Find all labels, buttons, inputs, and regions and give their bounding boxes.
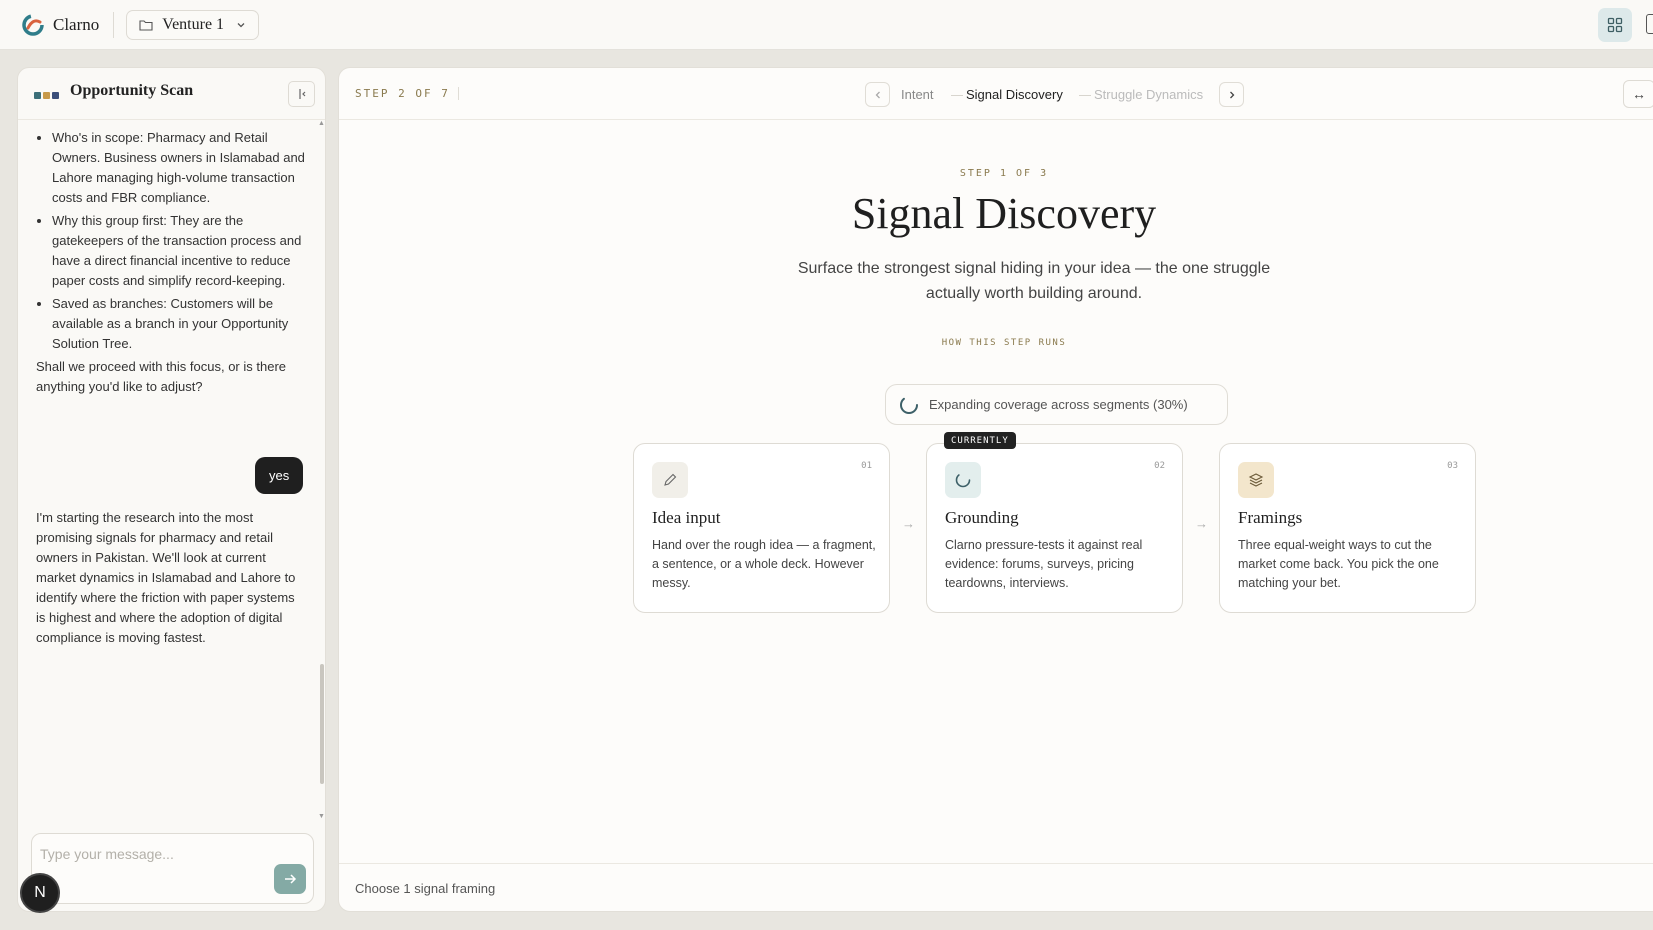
list-item: Who's in scope: Pharmacy and Retail Owne… [52, 128, 308, 208]
scroll-down-icon[interactable]: ▼ [318, 813, 325, 820]
breadcrumb-intent[interactable]: Intent [901, 87, 934, 102]
next-step-button[interactable] [1219, 82, 1244, 107]
collapse-panel-button[interactable] [288, 81, 315, 107]
chevron-left-icon [875, 91, 880, 98]
assistant-bullets: Who's in scope: Pharmacy and Retail Owne… [36, 128, 308, 354]
chevron-right-icon [1229, 91, 1234, 98]
collapse-left-icon [298, 89, 305, 99]
card-description: Hand over the rough idea — a fragment, a… [652, 538, 876, 590]
card-number: 01 [861, 461, 872, 471]
chat-panel-header: Opportunity Scan [18, 68, 325, 120]
breadcrumb-divider [951, 95, 963, 96]
folder-icon [139, 19, 153, 31]
chat-messages: Who's in scope: Pharmacy and Retail Owne… [36, 120, 308, 397]
spinner-icon [945, 462, 981, 498]
card-title: Idea input [652, 508, 721, 527]
step-card-idea-input: 01 Idea input Hand over the rough idea —… [633, 443, 890, 613]
panel-title: Opportunity Scan [70, 82, 194, 99]
scan-dots-icon [34, 92, 59, 99]
step-card-grounding: 02 Grounding Clarno pressure-tests it ag… [926, 443, 1183, 613]
panel-toggle-button[interactable] [1646, 14, 1653, 34]
progress-text: Expanding coverage across segments (30%) [929, 397, 1188, 412]
chat-panel: Opportunity Scan Who's in scope: Pharmac… [17, 67, 326, 912]
main-header: STEP 2 OF 7 Intent Signal Discovery Stru… [339, 68, 1653, 120]
message-input[interactable] [40, 846, 260, 862]
expand-horizontal-icon: ↔ [1632, 86, 1646, 102]
page-description: Surface the strongest signal hiding in y… [797, 260, 1271, 302]
chevron-down-icon [237, 22, 245, 27]
scrollbar-thumb[interactable] [320, 664, 324, 784]
top-bar: Clarno Venture 1 [0, 0, 1653, 50]
main-footer: Choose 1 signal framing [339, 863, 1653, 911]
user-avatar[interactable]: N [20, 873, 60, 913]
card-description: Three equal-weight ways to cut the marke… [1238, 538, 1439, 590]
card-description: Clarno pressure-tests it against real ev… [945, 538, 1143, 590]
grid-view-button[interactable] [1598, 8, 1632, 42]
list-item: Saved as branches: Customers will be ava… [52, 294, 308, 354]
scroll-up-icon[interactable]: ▲ [318, 120, 325, 127]
brand[interactable]: Clarno [22, 13, 100, 36]
step-card-framings: 03 Framings Three equal-weight ways to c… [1219, 443, 1476, 613]
card-title: Framings [1238, 508, 1303, 527]
page-title: Signal Discovery [851, 189, 1157, 238]
arrow-right-icon: → [902, 516, 915, 531]
sub-step-counter: STEP 1 OF 3 [959, 168, 1049, 179]
card-number: 02 [1154, 461, 1165, 471]
arrow-right-icon: → [1195, 516, 1208, 531]
spinner-icon [900, 395, 918, 414]
list-item: Why this group first: They are the gatek… [52, 211, 308, 291]
layers-icon [1238, 462, 1274, 498]
current-step-badge: CURRENTLY [944, 432, 1016, 449]
arrow-right-icon [285, 874, 297, 884]
send-button[interactable] [274, 864, 306, 894]
clarno-logo-icon [22, 13, 44, 36]
grid-icon [1607, 17, 1623, 33]
card-number: 03 [1447, 461, 1458, 471]
pencil-icon [652, 462, 688, 498]
breadcrumb-struggle-dynamics[interactable]: Struggle Dynamics [1094, 87, 1203, 102]
prev-step-button[interactable] [865, 82, 890, 107]
main-panel: STEP 2 OF 7 Intent Signal Discovery Stru… [338, 67, 1653, 912]
breadcrumb-signal-discovery[interactable]: Signal Discovery [966, 87, 1063, 102]
step-counter: STEP 2 OF 7 [355, 87, 459, 100]
message-composer [31, 833, 314, 904]
breadcrumb-divider [1079, 95, 1091, 96]
user-message: yes [255, 457, 304, 494]
footer-instruction: Choose 1 signal framing [355, 881, 496, 896]
card-title: Grounding [945, 508, 1019, 527]
assistant-message: I'm starting the research into the most … [36, 510, 296, 645]
venture-selector[interactable]: Venture 1 [126, 9, 260, 40]
how-step-runs-label: HOW THIS STEP RUNS [941, 338, 1067, 348]
brand-name: Clarno [53, 14, 100, 34]
expand-button[interactable]: ↔ [1623, 80, 1653, 108]
venture-label: Venture 1 [162, 15, 225, 33]
assistant-question: Shall we proceed with this focus, or is … [36, 359, 287, 394]
progress-status: Expanding coverage across segments (30%) [885, 384, 1228, 425]
divider [113, 11, 115, 38]
